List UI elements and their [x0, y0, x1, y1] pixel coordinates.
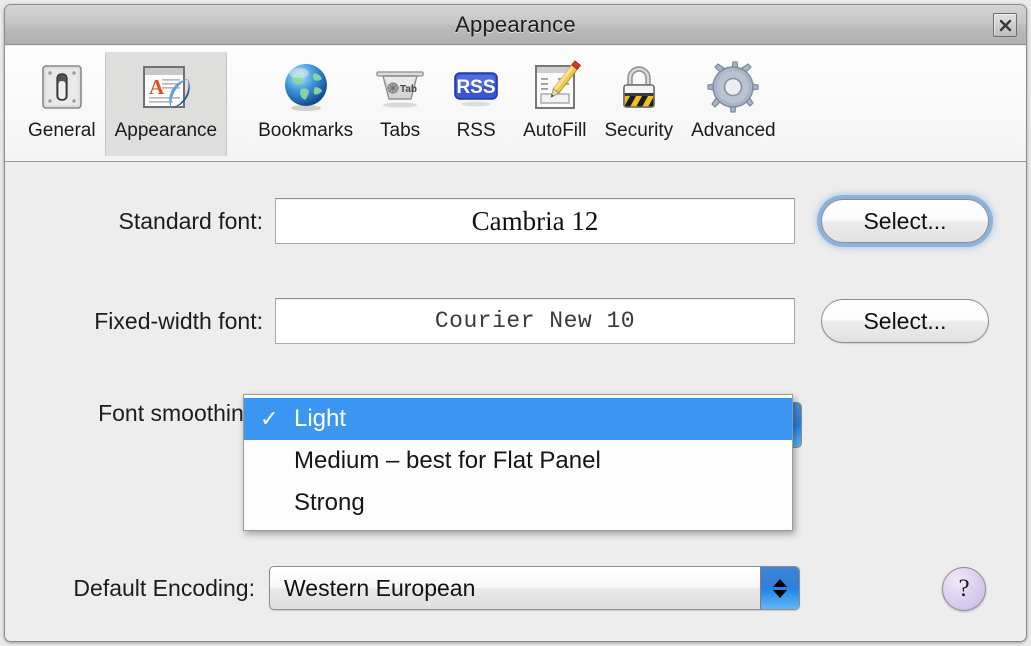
menu-item-medium[interactable]: ✓ Medium – best for Flat Panel — [244, 440, 792, 482]
help-question-icon: ? — [958, 575, 970, 602]
toolbar-item-general[interactable]: General — [19, 52, 105, 156]
fixed-width-font-row: Fixed-width font: Courier New 10 Select.… — [5, 298, 1026, 344]
toolbar-item-security[interactable]: Security — [595, 52, 682, 156]
default-encoding-value: Western European — [284, 574, 476, 601]
toolbar-label-advanced: Advanced — [691, 120, 776, 141]
stepper-arrows-icon[interactable] — [760, 567, 799, 609]
preferences-toolbar: General A Appearance Bookmarks Tab Tabs … — [5, 46, 1026, 162]
toolbar-item-advanced[interactable]: Advanced — [682, 52, 785, 156]
standard-font-value: Cambria 12 — [471, 205, 599, 236]
toolbar-label-appearance: Appearance — [114, 120, 218, 141]
standard-font-label: Standard font: — [118, 207, 264, 234]
preferences-window: Appearance General A Appearance Bookmark… — [0, 0, 1031, 646]
toolbar-label-rss: RSS — [456, 120, 496, 141]
svg-text:Tab: Tab — [400, 84, 417, 95]
svg-text:RSS: RSS — [457, 77, 496, 98]
fixed-width-font-select-label: Select... — [863, 307, 947, 334]
help-button[interactable]: ? — [942, 567, 986, 611]
standard-font-row: Standard font: Cambria 12 Select... — [5, 198, 1026, 244]
toolbar-item-tabs[interactable]: Tab Tabs — [362, 52, 438, 156]
standard-font-select-button[interactable]: Select... — [821, 199, 989, 243]
close-x-glyph — [999, 19, 1011, 31]
fixed-width-font-field[interactable]: Courier New 10 — [275, 298, 795, 344]
toolbar-item-autofill[interactable]: AutoFill — [514, 52, 595, 156]
globe-icon — [279, 58, 333, 116]
toolbar-label-general: General — [28, 120, 96, 141]
appearance-window-icon: A — [138, 58, 194, 116]
tab-icon: Tab — [371, 58, 429, 116]
appearance-pane: Standard font: Cambria 12 Select... Fixe… — [5, 162, 1026, 641]
checkmark-icon: ✓ — [260, 406, 279, 431]
fixed-width-font-label: Fixed-width font: — [94, 307, 263, 334]
toolbar-label-autofill: AutoFill — [523, 120, 587, 141]
fixed-width-font-value: Courier New 10 — [434, 308, 636, 334]
window-title: Appearance — [455, 11, 576, 37]
toolbar-label-bookmarks: Bookmarks — [258, 120, 354, 141]
title-bar: Appearance — [5, 5, 1026, 45]
menu-item-strong-label: Strong — [294, 489, 365, 516]
chevron-up-icon — [773, 578, 787, 587]
toolbar-item-rss[interactable]: RSS RSS — [438, 52, 514, 156]
form-pencil-icon — [527, 58, 583, 116]
menu-item-light[interactable]: ✓ Light — [244, 398, 792, 440]
toolbar-label-security: Security — [604, 120, 674, 141]
standard-font-field[interactable]: Cambria 12 — [275, 198, 795, 244]
menu-item-light-label: Light — [294, 405, 347, 432]
close-icon[interactable] — [993, 13, 1017, 37]
toggle-switch-icon — [36, 58, 88, 116]
default-encoding-row: Default Encoding: Western European — [5, 566, 1026, 610]
font-smoothing-label: Font smoothing: — [98, 400, 263, 426]
menu-item-strong[interactable]: ✓ Strong — [244, 482, 792, 524]
window-frame: Appearance General A Appearance Bookmark… — [4, 4, 1027, 642]
fixed-width-font-select-button[interactable]: Select... — [821, 299, 989, 343]
menu-item-medium-label: Medium – best for Flat Panel — [294, 447, 601, 474]
toolbar-item-appearance[interactable]: A Appearance — [104, 52, 228, 156]
standard-font-select-label: Select... — [863, 207, 947, 234]
default-encoding-popup-button[interactable]: Western European — [269, 566, 800, 610]
gear-icon — [705, 58, 761, 116]
padlock-icon — [612, 58, 666, 116]
chevron-down-icon — [773, 589, 787, 598]
rss-icon: RSS — [447, 58, 505, 116]
toolbar-label-tabs: Tabs — [380, 120, 421, 141]
toolbar-item-bookmarks[interactable]: Bookmarks — [249, 52, 362, 156]
font-smoothing-menu: ✓ Light ✓ Medium – best for Flat Panel ✓… — [243, 394, 793, 531]
default-encoding-label: Default Encoding: — [73, 574, 255, 601]
